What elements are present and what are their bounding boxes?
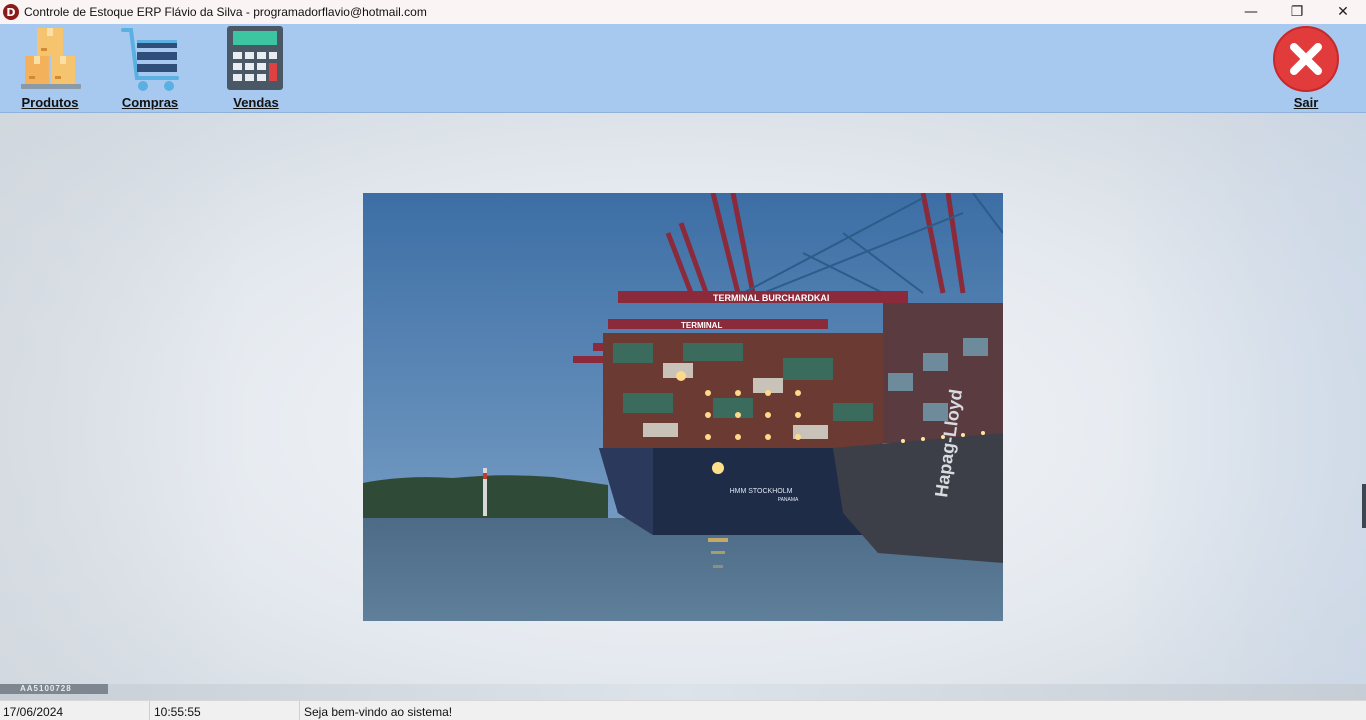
calculator-icon xyxy=(227,26,283,90)
status-bar: 17/06/2024 10:55:55 Seja bem-vindo ao si… xyxy=(0,700,1366,720)
ship-name: HMM STOCKHOLM xyxy=(730,488,793,495)
compras-button[interactable]: Compras xyxy=(110,24,190,113)
strip-tag: AA5100728 xyxy=(0,684,108,694)
produtos-label: Produtos xyxy=(21,95,79,110)
sair-button[interactable]: Sair xyxy=(1266,24,1346,113)
title-bar: D Controle de Estoque ERP Flávio da Silv… xyxy=(0,0,1366,24)
vendas-button[interactable]: Vendas xyxy=(216,24,296,113)
close-window-button[interactable]: ✕ xyxy=(1320,0,1366,24)
shopping-cart-icon xyxy=(121,28,179,91)
status-date: 17/06/2024 xyxy=(0,701,150,720)
minimize-button[interactable]: — xyxy=(1228,0,1274,24)
bottom-strip: AA5100728 xyxy=(0,684,1366,700)
ship-port: PANAMA xyxy=(778,497,799,503)
sair-label: Sair xyxy=(1293,95,1319,110)
restore-button[interactable]: ❐ xyxy=(1274,0,1320,24)
close-circle-icon xyxy=(1273,26,1339,92)
scroll-handle[interactable] xyxy=(1362,484,1366,528)
boxes-icon xyxy=(21,28,81,89)
status-time: 10:55:55 xyxy=(151,701,300,720)
main-toolbar: Produtos Compras Vendas Sair xyxy=(0,24,1366,113)
terminal-sign-1: TERMINAL BURCHARDKAI xyxy=(713,293,829,303)
produtos-button[interactable]: Produtos xyxy=(10,24,90,113)
compras-label: Compras xyxy=(121,95,179,110)
app-logo-icon[interactable]: D xyxy=(3,4,19,20)
status-message: Seja bem-vindo ao sistema! xyxy=(304,705,453,719)
terminal-sign-2: TERMINAL xyxy=(681,321,722,330)
container-ship-banner: TERMINAL BURCHARDKAI TERMINAL HMM STOCKH… xyxy=(363,193,1003,621)
window-controls: — ❐ ✕ xyxy=(1228,0,1366,24)
window-title: Controle de Estoque ERP Flávio da Silva … xyxy=(24,5,427,19)
main-workspace: TERMINAL BURCHARDKAI TERMINAL HMM STOCKH… xyxy=(0,113,1366,685)
vendas-label: Vendas xyxy=(233,95,279,110)
